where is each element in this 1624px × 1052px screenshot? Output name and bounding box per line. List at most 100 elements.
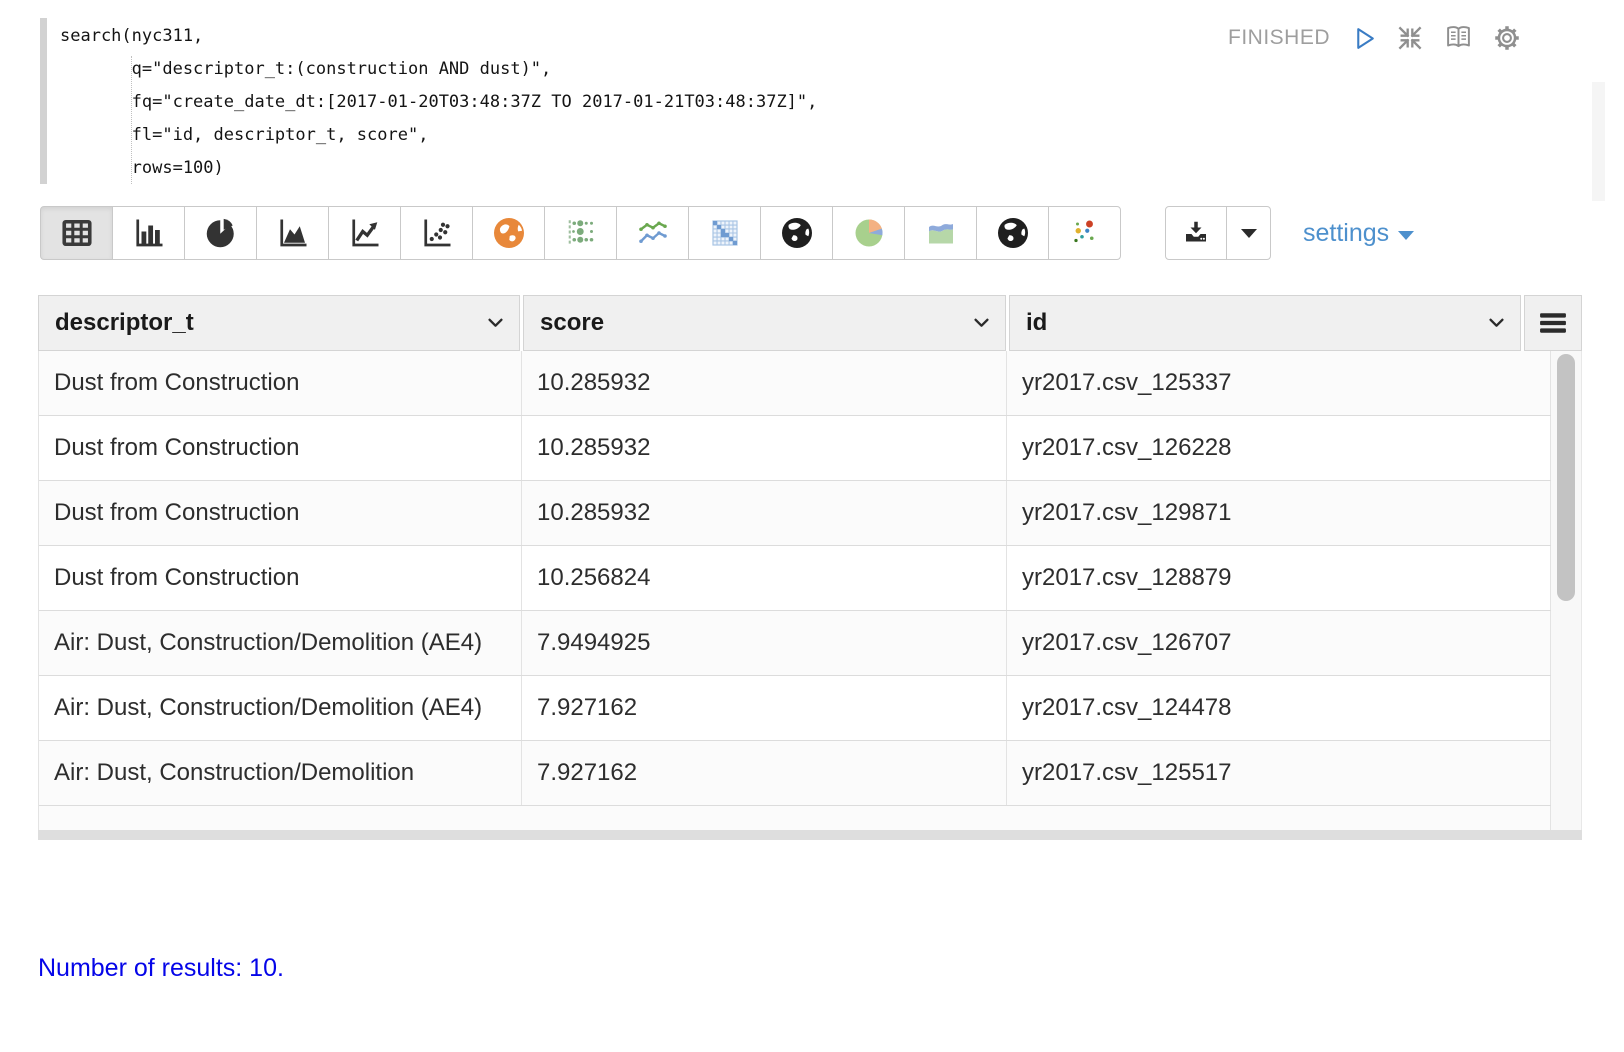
viz-button-heatmap[interactable] <box>688 206 761 260</box>
viz-button-bubble-matrix[interactable] <box>544 206 617 260</box>
collapse-editor-button[interactable] <box>1395 23 1425 53</box>
result-table: descriptor_t score id Dust from Construc… <box>38 295 1582 840</box>
table-cell: 10.285932 <box>522 416 1007 480</box>
table-row-clipped <box>39 806 1551 830</box>
table-cell: yr2017.csv_124478 <box>1007 676 1551 740</box>
stream-area-chart-icon <box>923 215 959 251</box>
globe-map-icon <box>779 215 815 251</box>
chevron-down-icon[interactable] <box>1491 320 1503 326</box>
download-button[interactable] <box>1165 206 1227 260</box>
table-row: Dust from Construction10.285932yr2017.cs… <box>39 481 1551 546</box>
multi-line-chart-icon <box>635 215 671 251</box>
viz-button-multi-line-chart[interactable] <box>616 206 689 260</box>
column-header-label: id <box>1026 309 1047 337</box>
chevron-down-icon[interactable] <box>490 320 502 326</box>
book-icon <box>1448 27 1469 46</box>
table-cell: Dust from Construction <box>39 416 522 480</box>
settings-caret-icon <box>1398 231 1414 240</box>
viz-button-area-chart[interactable] <box>256 206 329 260</box>
column-header-label: score <box>540 309 604 337</box>
table-cell: 7.927162 <box>522 676 1007 740</box>
table-cell: yr2017.csv_126707 <box>1007 611 1551 675</box>
download-button-group <box>1165 206 1271 260</box>
pie-chart-colored-icon <box>851 215 887 251</box>
scatter-colored-icon <box>1067 215 1103 251</box>
editor-gutter <box>40 18 47 184</box>
globe-map-2-icon <box>995 215 1031 251</box>
table-body: Dust from Construction10.285932yr2017.cs… <box>38 351 1582 830</box>
table-cell: 10.256824 <box>522 546 1007 610</box>
viz-button-table[interactable] <box>40 206 113 260</box>
table-header-row: descriptor_t score id <box>38 295 1582 351</box>
column-header-label: descriptor_t <box>55 309 194 337</box>
status-badge: FINISHED <box>1228 26 1330 50</box>
download-icon <box>1186 222 1206 242</box>
area-chart-icon <box>275 215 311 251</box>
table-row: Dust from Construction10.256824yr2017.cs… <box>39 546 1551 611</box>
table-cell: Dust from Construction <box>39 546 522 610</box>
viz-button-globe-map-2[interactable] <box>976 206 1049 260</box>
table-cell: Dust from Construction <box>39 351 522 415</box>
results-count-text: Number of results: 10. <box>38 954 284 983</box>
settings-toggle[interactable]: settings <box>1303 206 1414 260</box>
indent-guide <box>131 56 132 184</box>
column-header-descriptor_t[interactable]: descriptor_t <box>38 295 520 351</box>
table-cell: yr2017.csv_125337 <box>1007 351 1551 415</box>
compress-icon <box>1400 28 1420 48</box>
table-cell: Dust from Construction <box>39 481 522 545</box>
viz-button-bar-chart[interactable] <box>112 206 185 260</box>
caret-down-icon <box>1241 229 1257 238</box>
table-cell: yr2017.csv_125517 <box>1007 741 1551 805</box>
viz-button-group <box>40 206 1121 260</box>
table-cell: 10.285932 <box>522 351 1007 415</box>
line-chart-icon <box>347 215 383 251</box>
table-row: Air: Dust, Construction/Demolition (AE4)… <box>39 676 1551 741</box>
table-row: Dust from Construction10.285932yr2017.cs… <box>39 416 1551 481</box>
table-row: Air: Dust, Construction/Demolition (AE4)… <box>39 611 1551 676</box>
viz-button-scatter-colored[interactable] <box>1048 206 1121 260</box>
viz-button-pie-chart-colored[interactable] <box>832 206 905 260</box>
viz-button-stream-area-chart[interactable] <box>904 206 977 260</box>
bubble-matrix-icon <box>563 215 599 251</box>
column-header-score[interactable]: score <box>523 295 1006 351</box>
viz-button-scatter-chart[interactable] <box>400 206 473 260</box>
table-row: Dust from Construction10.285932yr2017.cs… <box>39 351 1551 416</box>
run-paragraph-button[interactable] <box>1351 25 1378 52</box>
visualization-toolbar: settings <box>40 206 1414 260</box>
horizontal-scrollbar-track[interactable] <box>38 830 1582 840</box>
download-options-button[interactable] <box>1226 206 1271 260</box>
pie-chart-icon <box>203 215 239 251</box>
column-header-id[interactable]: id <box>1009 295 1521 351</box>
viz-button-leaflet-map[interactable] <box>472 206 545 260</box>
table-icon <box>59 215 95 251</box>
viz-button-globe-map[interactable] <box>760 206 833 260</box>
table-cell: yr2017.csv_126228 <box>1007 416 1551 480</box>
table-row: Air: Dust, Construction/Demolition7.9271… <box>39 741 1551 806</box>
table-cell: yr2017.csv_129871 <box>1007 481 1551 545</box>
table-cell: yr2017.csv_128879 <box>1007 546 1551 610</box>
viz-button-pie-chart[interactable] <box>184 206 257 260</box>
table-menu-button[interactable] <box>1524 295 1582 351</box>
table-cell: 10.285932 <box>522 481 1007 545</box>
heatmap-icon <box>707 215 743 251</box>
leaflet-map-icon <box>491 215 527 251</box>
scatter-chart-icon <box>419 215 455 251</box>
hamburger-icon <box>1540 313 1566 332</box>
code-text[interactable]: search(nyc311, q="descriptor_t:(construc… <box>60 20 817 185</box>
table-cell: 7.927162 <box>522 741 1007 805</box>
settings-label: settings <box>1303 219 1389 248</box>
vertical-scrollbar-track[interactable] <box>1551 351 1582 830</box>
bar-chart-icon <box>131 215 167 251</box>
table-cell: Air: Dust, Construction/Demolition (AE4) <box>39 611 522 675</box>
show-editor-button[interactable] <box>1442 23 1475 53</box>
table-cell: Air: Dust, Construction/Demolition <box>39 741 522 805</box>
play-icon <box>1358 29 1373 48</box>
table-cell: 7.9494925 <box>522 611 1007 675</box>
viz-button-line-chart[interactable] <box>328 206 401 260</box>
editor-scrollbar[interactable] <box>1592 82 1605 201</box>
paragraph-settings-button[interactable] <box>1492 23 1522 53</box>
paragraph-status-bar: FINISHED <box>1228 22 1522 54</box>
chevron-down-icon[interactable] <box>976 320 988 326</box>
table-cell: Air: Dust, Construction/Demolition (AE4) <box>39 676 522 740</box>
vertical-scrollbar-thumb[interactable] <box>1557 354 1575 601</box>
